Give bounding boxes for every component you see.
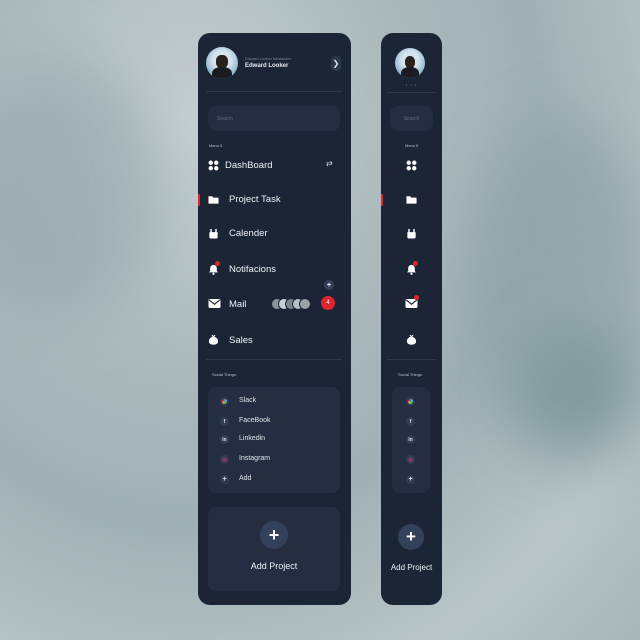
chevron-right-icon: ❯ xyxy=(332,59,340,68)
menu-item-mail[interactable]: Mail 4 xyxy=(208,296,344,312)
instagram-icon[interactable]: ◎ xyxy=(406,455,415,464)
add-project-label: Add Project xyxy=(250,561,298,571)
divider xyxy=(387,359,436,360)
plus-icon: + xyxy=(268,524,280,545)
social-item-label: Instagram xyxy=(239,455,271,462)
instagram-icon: ◎ xyxy=(220,455,229,464)
add-project-button[interactable]: + xyxy=(398,524,424,550)
social-item-facebook[interactable]: f FaceBook xyxy=(220,416,330,427)
menu-item-notifacions[interactable]: Notifacions xyxy=(208,261,344,277)
social-item-instagram[interactable]: ◎ Instagram xyxy=(220,454,330,465)
social-caption: Social Things xyxy=(398,372,422,377)
search-placeholder: Search xyxy=(217,115,233,122)
divider xyxy=(387,92,436,93)
menu-item-label: Sales xyxy=(229,335,253,346)
menu-item-label: Notifacions xyxy=(229,264,276,275)
add-project-card[interactable]: + Add Project xyxy=(208,507,340,591)
plus-icon[interactable]: + xyxy=(406,475,415,484)
mail-add-button[interactable]: + xyxy=(324,280,334,290)
linkedin-icon: in xyxy=(220,435,229,444)
social-card: f in ◎ + xyxy=(392,387,430,493)
folder-icon[interactable] xyxy=(406,194,417,205)
sidebar-collapsed: • • • Search Menu 6 Social Things f in ◎… xyxy=(381,33,442,605)
menu-caption: Menu 6 xyxy=(209,143,223,148)
menu-item-label: Project Task xyxy=(229,194,281,205)
menu-caption: Menu 6 xyxy=(405,143,419,148)
plus-icon: + xyxy=(220,475,229,484)
slack-icon[interactable] xyxy=(406,397,415,406)
facebook-icon[interactable]: f xyxy=(406,417,415,426)
menu-item-label: Calender xyxy=(229,228,268,239)
profile-subtitle: Edward Looker fullstacker xyxy=(245,56,292,61)
avatar-group xyxy=(271,298,315,310)
social-item-slack[interactable]: Slack xyxy=(220,396,330,407)
menu-item-dashboard[interactable]: DashBoard ⇄ xyxy=(208,157,344,173)
grid-icon[interactable] xyxy=(406,160,417,171)
divider xyxy=(206,91,342,92)
social-item-label: Slack xyxy=(239,397,257,404)
search-placeholder: Search xyxy=(403,115,420,122)
notification-dot xyxy=(413,261,418,266)
active-indicator xyxy=(198,194,200,206)
menu-item-label: Mail xyxy=(229,299,247,310)
bag-icon[interactable] xyxy=(406,334,417,345)
search-input[interactable]: Search xyxy=(208,106,340,131)
social-item-label: FaceBook xyxy=(239,417,271,424)
grid-icon xyxy=(208,160,219,171)
add-project-button[interactable]: + xyxy=(260,521,288,549)
calendar-icon[interactable] xyxy=(406,228,417,239)
toggle-icon[interactable]: ⇄ xyxy=(326,159,333,168)
plus-icon: + xyxy=(406,527,416,546)
social-caption: Social Things xyxy=(212,372,236,377)
calendar-icon xyxy=(209,228,218,239)
avatar xyxy=(299,298,311,310)
profile-name: Edward Looker xyxy=(245,63,289,69)
social-item-linkedin[interactable]: in Linkedin xyxy=(220,434,330,445)
active-indicator xyxy=(381,194,383,206)
more-dots[interactable]: • • • xyxy=(381,82,442,87)
expand-button[interactable]: ❯ xyxy=(331,56,341,71)
bag-icon xyxy=(208,334,219,345)
menu-item-project-task[interactable]: Project Task xyxy=(208,191,344,207)
mail-dot xyxy=(414,295,419,300)
social-item-label: Add xyxy=(239,475,252,482)
social-item-label: Linkedin xyxy=(239,435,266,442)
sidebar-expanded: Edward Looker fullstacker Edward Looker … xyxy=(198,33,351,605)
menu-item-calender[interactable]: Calender xyxy=(208,225,344,241)
linkedin-icon[interactable]: in xyxy=(406,435,415,444)
folder-icon xyxy=(208,196,219,204)
social-card: Slack f FaceBook in Linkedin ◎ Instagram… xyxy=(208,387,340,493)
mail-icon xyxy=(208,299,221,308)
facebook-icon: f xyxy=(220,417,229,426)
mail-count-badge: 4 xyxy=(321,296,335,310)
search-input[interactable]: Search xyxy=(390,106,433,131)
menu-item-label: DashBoard xyxy=(225,160,273,171)
notification-dot xyxy=(215,261,220,266)
divider xyxy=(206,359,342,360)
avatar[interactable] xyxy=(206,47,238,79)
social-item-add[interactable]: + Add xyxy=(220,474,330,485)
avatar[interactable] xyxy=(395,48,425,78)
slack-icon xyxy=(220,397,229,406)
plus-icon: + xyxy=(326,281,332,289)
add-project-label: Add Project xyxy=(390,563,433,572)
menu-item-sales[interactable]: Sales xyxy=(208,332,344,348)
